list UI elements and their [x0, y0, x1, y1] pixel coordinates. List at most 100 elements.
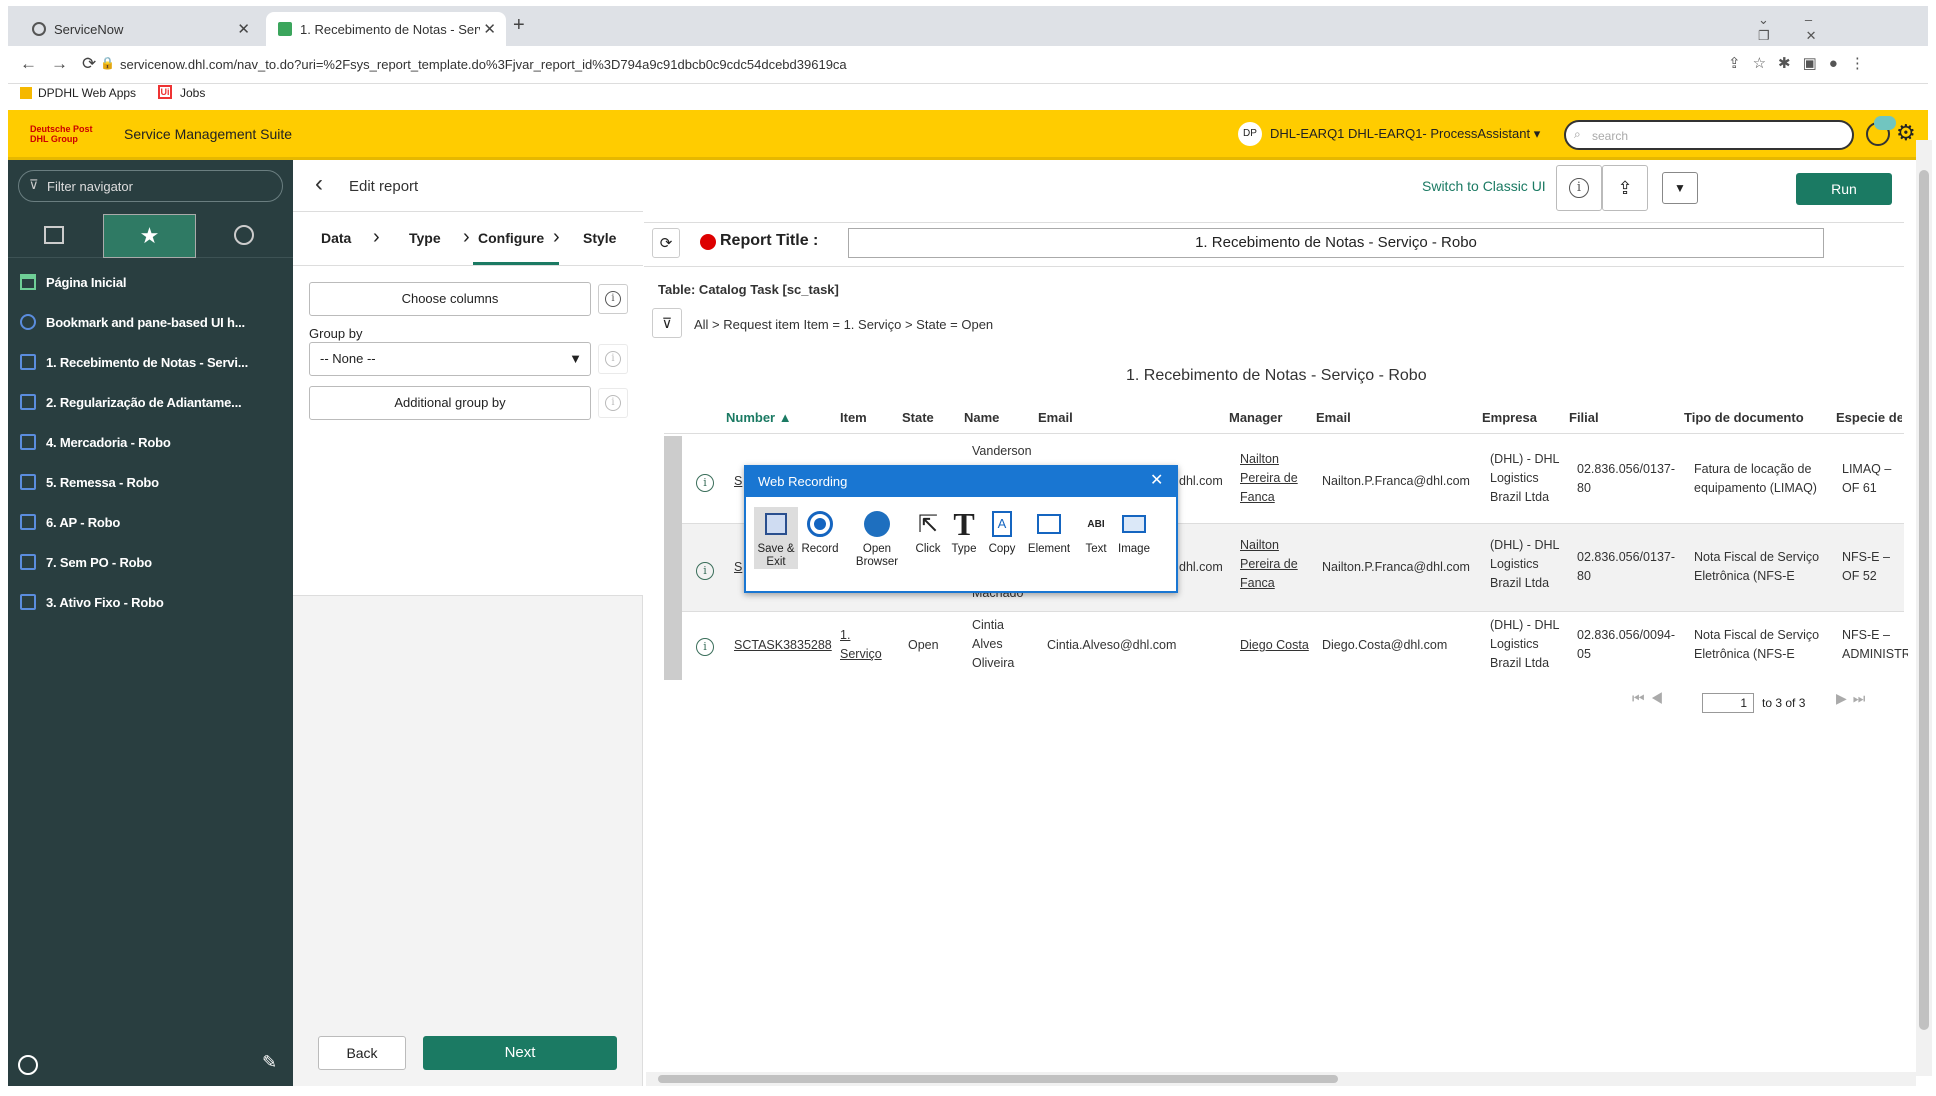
column-header[interactable]: Tipo de documento	[1684, 410, 1804, 425]
chevron-right-icon: ›	[553, 226, 560, 248]
column-header[interactable]: Empresa	[1482, 410, 1537, 425]
chat-icon[interactable]	[1874, 116, 1896, 130]
pager-prev-icons[interactable]: ⏮◀	[1632, 690, 1669, 707]
bookmark-link[interactable]: DPDHL Web Apps	[38, 86, 136, 100]
tab-type[interactable]: Type	[409, 230, 441, 246]
row-info-icon[interactable]: i	[696, 562, 714, 580]
browser-actions-icon[interactable]: ⇪☆✱▣●⋮	[1728, 54, 1877, 72]
pager-next-icons[interactable]: ▶⏭	[1836, 690, 1871, 707]
column-header[interactable]: State	[902, 410, 934, 425]
refresh-button[interactable]: ⟳	[652, 228, 680, 258]
empresa-cell: (DHL) - DHL Logistics Brazil Ltda	[1490, 618, 1559, 670]
nav-item-label: 3. Ativo Fixo - Robo	[46, 594, 164, 610]
nav-item-report[interactable]: 4. Mercadoria - Robo	[8, 422, 293, 462]
report-info-button[interactable]: i	[1556, 165, 1602, 211]
tab-data[interactable]: Data	[321, 230, 351, 246]
column-header[interactable]: Filial	[1569, 410, 1599, 425]
page-input[interactable]: 1	[1702, 693, 1754, 713]
close-icon[interactable]: ✕	[1150, 470, 1163, 490]
column-header[interactable]: Email	[1038, 410, 1073, 425]
tab-configure[interactable]: Configure	[478, 230, 544, 246]
record-button[interactable]: Record	[798, 507, 842, 556]
choose-columns-button[interactable]: Choose columns	[309, 282, 591, 316]
tool-label: Text	[1085, 543, 1107, 555]
filter-button[interactable]: ⊽	[652, 308, 682, 338]
nav-arrows-icon[interactable]: ←→⟳	[20, 54, 110, 74]
nav-item-report[interactable]: 3. Ativo Fixo - Robo	[8, 582, 293, 622]
row-info-icon[interactable]: i	[696, 474, 714, 492]
scroll-thumb[interactable]	[1919, 170, 1929, 1030]
share-button[interactable]: ⇪	[1602, 165, 1648, 211]
column-header[interactable]: Item	[840, 410, 867, 425]
collapse-nav-icon[interactable]	[18, 1055, 38, 1075]
nav-item-report[interactable]: 7. Sem PO - Robo	[8, 542, 293, 582]
close-tab-icon[interactable]: ✕	[483, 20, 496, 38]
gear-icon[interactable]: ⚙	[1896, 120, 1916, 146]
number-link[interactable]: S	[734, 472, 742, 491]
recorder-title: Web Recording	[758, 474, 848, 489]
number-link[interactable]: SCTASK3835288	[734, 636, 832, 655]
info-button[interactable]: i	[598, 284, 628, 314]
nav-item-report[interactable]: 5. Remessa - Robo	[8, 462, 293, 502]
window-controls[interactable]: ⌄–❐✕	[1758, 12, 1928, 44]
report-title-input[interactable]: 1. Recebimento de Notas - Serviço - Robo	[848, 228, 1824, 258]
filter-breadcrumb[interactable]: All > Request item Item = 1. Serviço > S…	[694, 317, 993, 332]
manager-link[interactable]: Nailton Pereira de Fanca	[1240, 536, 1312, 593]
new-tab-icon[interactable]: +	[513, 14, 525, 37]
global-search[interactable]: ⌕ search	[1564, 120, 1854, 150]
nav-item-home[interactable]: Página Inicial	[8, 262, 293, 302]
element-icon	[1024, 507, 1074, 541]
info-icon: i	[1569, 178, 1589, 198]
nav-item-bookmark[interactable]: Bookmark and pane-based UI h...	[8, 302, 293, 342]
image-button[interactable]: Image	[1112, 507, 1156, 556]
item-link[interactable]: 1. Serviço	[840, 626, 890, 664]
switch-classic-link[interactable]: Switch to Classic UI	[1422, 178, 1546, 194]
bookmark-link[interactable]: Jobs	[180, 86, 205, 100]
column-header[interactable]: Especie de d	[1836, 410, 1902, 425]
scroll-thumb[interactable]	[658, 1075, 1338, 1083]
group-by-select[interactable]: -- None -- ▼	[309, 342, 591, 376]
back-button[interactable]: Back	[318, 1036, 406, 1070]
nav-item-report[interactable]: 1. Recebimento de Notas - Servi...	[8, 342, 293, 382]
edit-pencil-icon[interactable]: ✎	[262, 1052, 277, 1073]
archive-icon[interactable]	[44, 226, 64, 244]
save-exit-button[interactable]: Save & Exit	[754, 507, 798, 569]
vertical-scrollbar[interactable]	[1916, 140, 1932, 1076]
open-browser-button[interactable]: Open Browser	[852, 507, 902, 569]
back-chevron-icon[interactable]: ‹	[315, 170, 323, 198]
url-field[interactable]: servicenow.dhl.com/nav_to.do?uri=%2Fsys_…	[120, 57, 847, 72]
avatar[interactable]: DP	[1238, 122, 1262, 146]
tab-style[interactable]: Style	[583, 230, 616, 246]
number-link[interactable]: S	[734, 558, 742, 577]
manager-link[interactable]: Diego Costa	[1240, 636, 1309, 655]
history-clock-icon[interactable]	[234, 225, 254, 245]
nav-item-label: 7. Sem PO - Robo	[46, 554, 152, 570]
dhl-logo[interactable]: Deutsche Post DHL Group	[30, 124, 110, 144]
horizontal-scrollbar[interactable]	[646, 1072, 1916, 1086]
more-dropdown[interactable]: ▼	[1662, 172, 1698, 204]
email-cell: Cintia.Alveso@dhl.com	[1047, 638, 1177, 652]
globe-icon	[852, 507, 902, 541]
run-button[interactable]: Run	[1796, 173, 1892, 205]
step-tabs: Data › Type › Configure › Style	[293, 212, 643, 266]
column-header[interactable]: Manager	[1229, 410, 1282, 425]
close-tab-icon[interactable]: ✕	[237, 20, 250, 38]
filter-navigator[interactable]: ⊽ Filter navigator	[18, 170, 283, 202]
favorites-star-icon[interactable]: ★	[103, 214, 196, 258]
next-button[interactable]: Next	[423, 1036, 617, 1070]
column-header[interactable]: Name	[964, 410, 999, 425]
config-form: Choose columns i Group by -- None -- ▼ i …	[293, 266, 643, 596]
element-button[interactable]: Element	[1024, 507, 1074, 556]
column-header[interactable]: Number ▲	[726, 410, 792, 425]
browser-tab-active[interactable]: 1. Recebimento de Notas - Servic ✕	[266, 12, 506, 46]
additional-group-by-button[interactable]: Additional group by	[309, 386, 591, 420]
user-menu[interactable]: DHL-EARQ1 DHL-EARQ1- ProcessAssistant ▾	[1270, 126, 1540, 142]
nav-item-report[interactable]: 2. Regularização de Adiantame...	[8, 382, 293, 422]
especie-cell: NFS-E – OF 52	[1842, 550, 1890, 583]
manager-link[interactable]: Nailton Pereira de Fanca	[1240, 450, 1312, 507]
row-info-icon[interactable]: i	[696, 638, 714, 656]
copy-button[interactable]: A Copy	[980, 507, 1024, 556]
column-header[interactable]: Email	[1316, 410, 1351, 425]
browser-tab[interactable]: ServiceNow ✕	[20, 12, 260, 46]
nav-item-report[interactable]: 6. AP - Robo	[8, 502, 293, 542]
